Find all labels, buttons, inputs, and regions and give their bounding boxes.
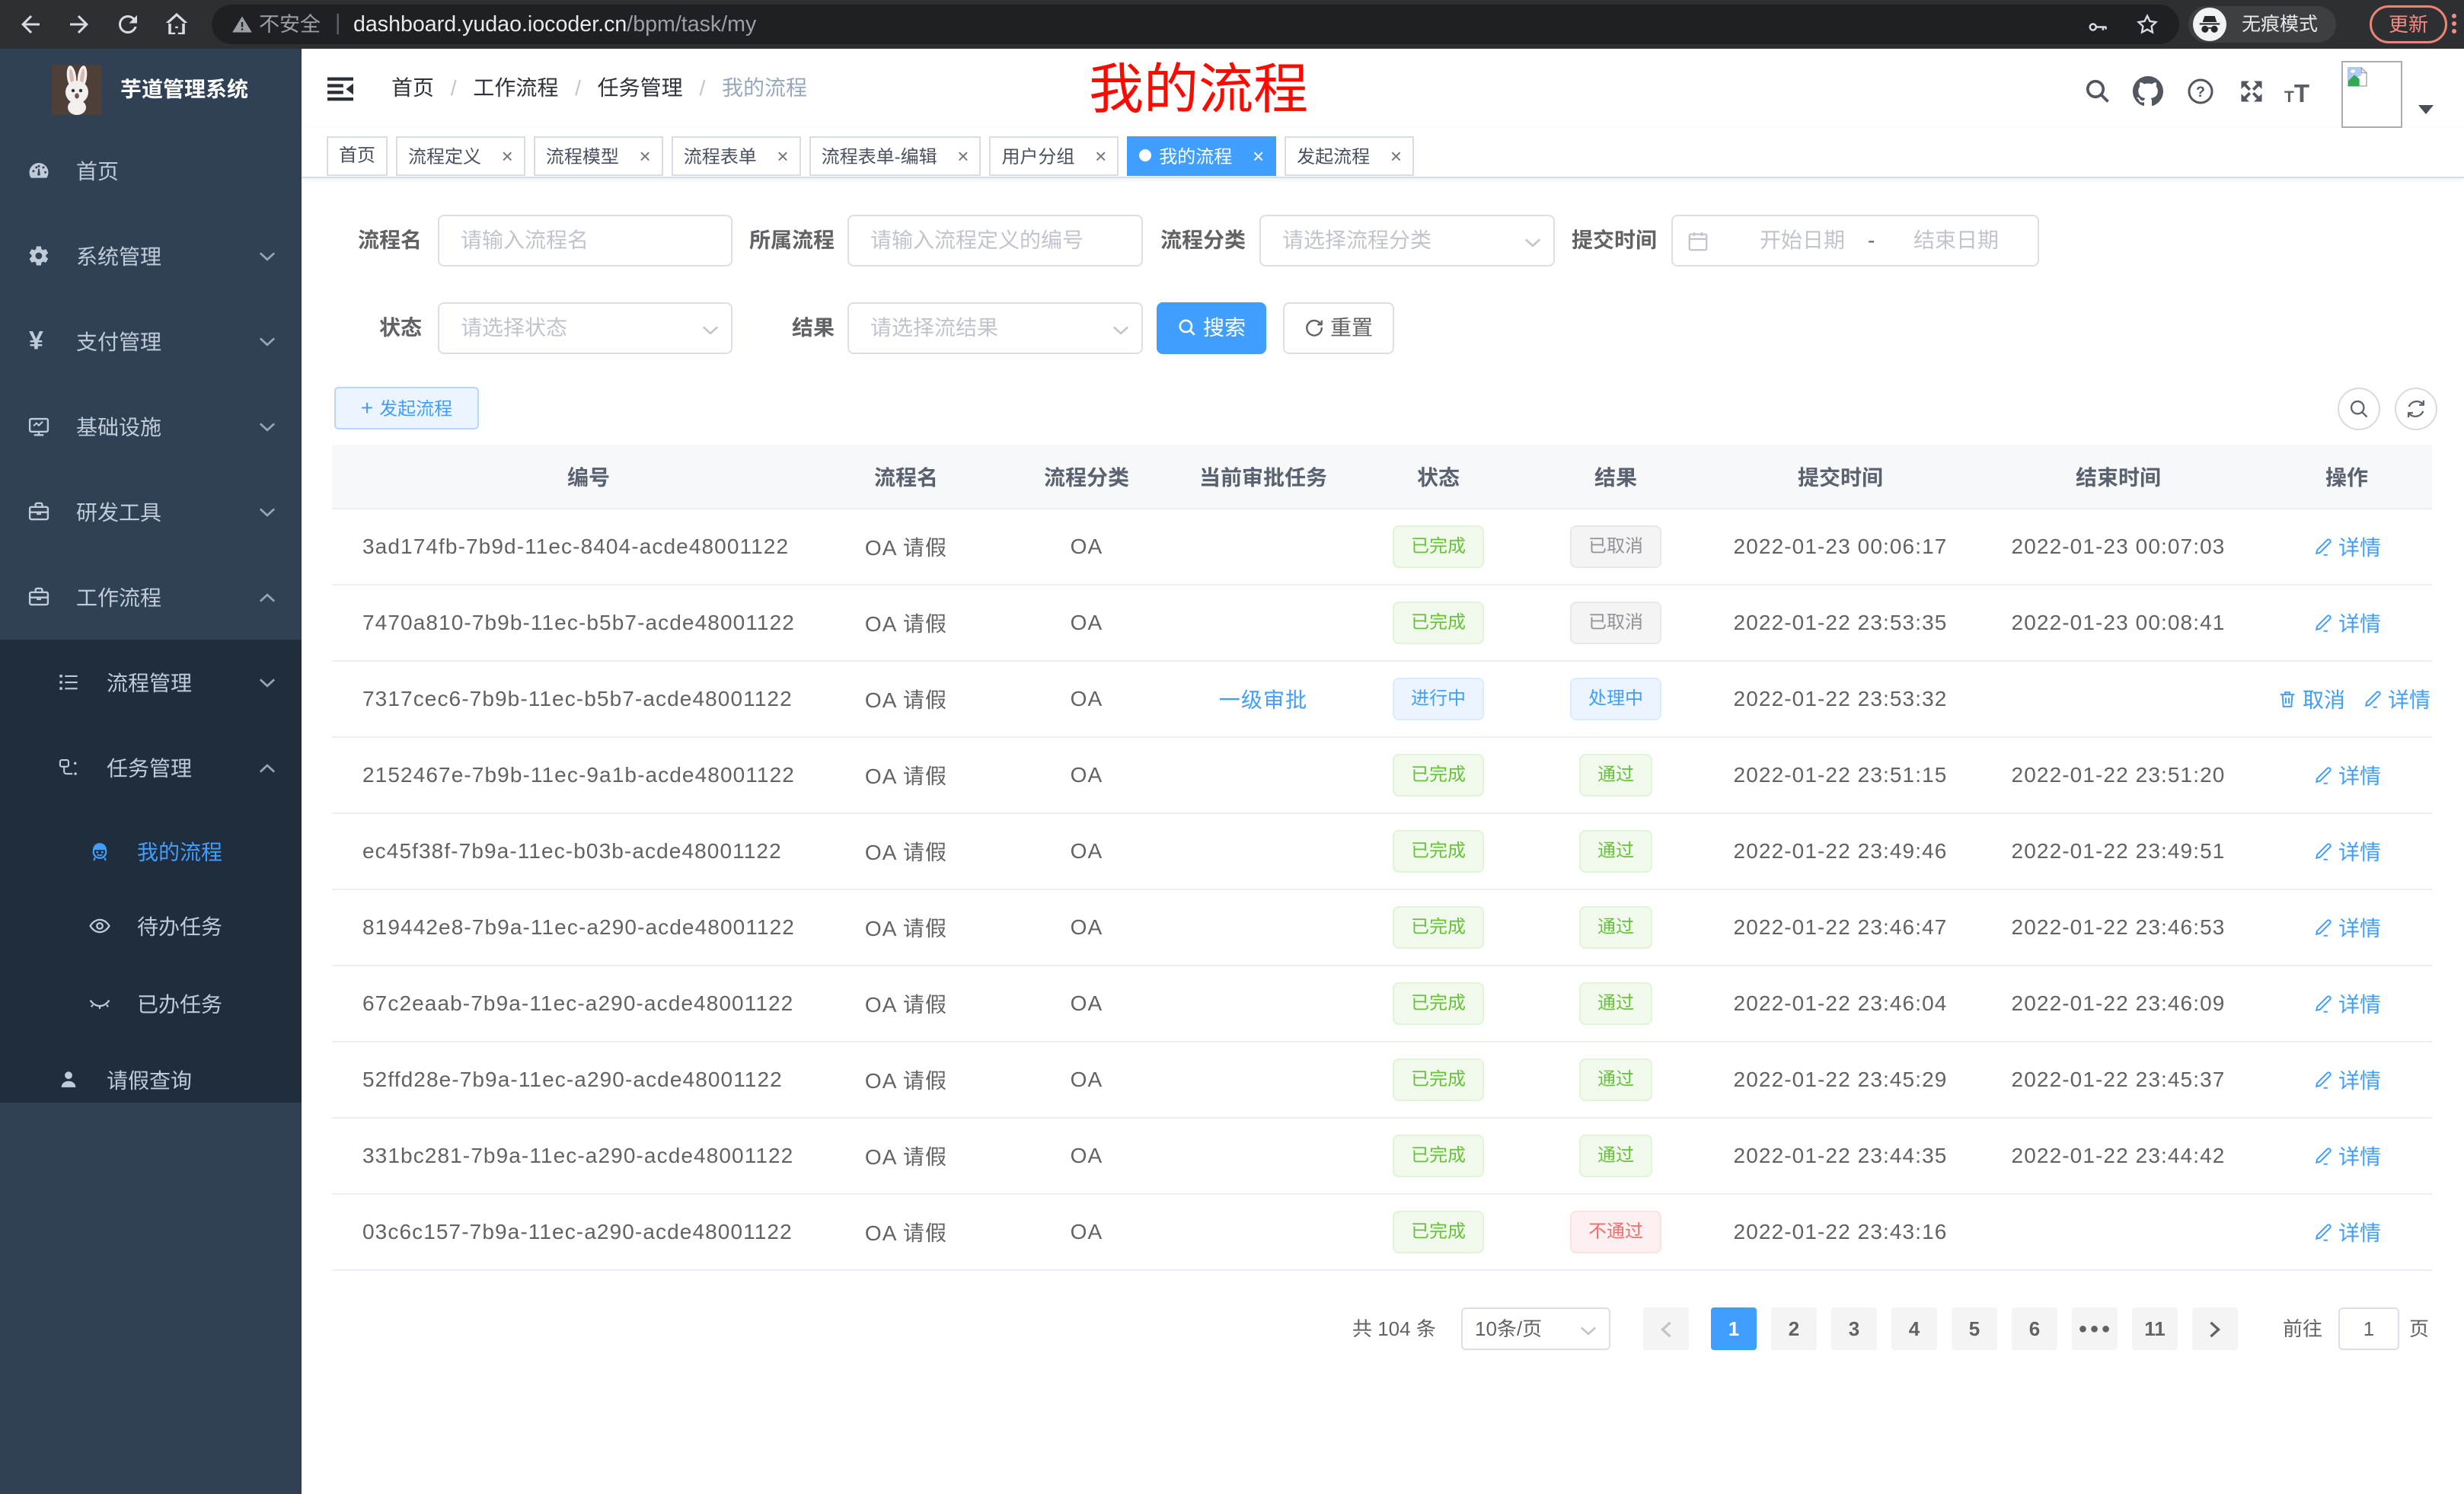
svg-text:?: ?: [2196, 84, 2205, 101]
